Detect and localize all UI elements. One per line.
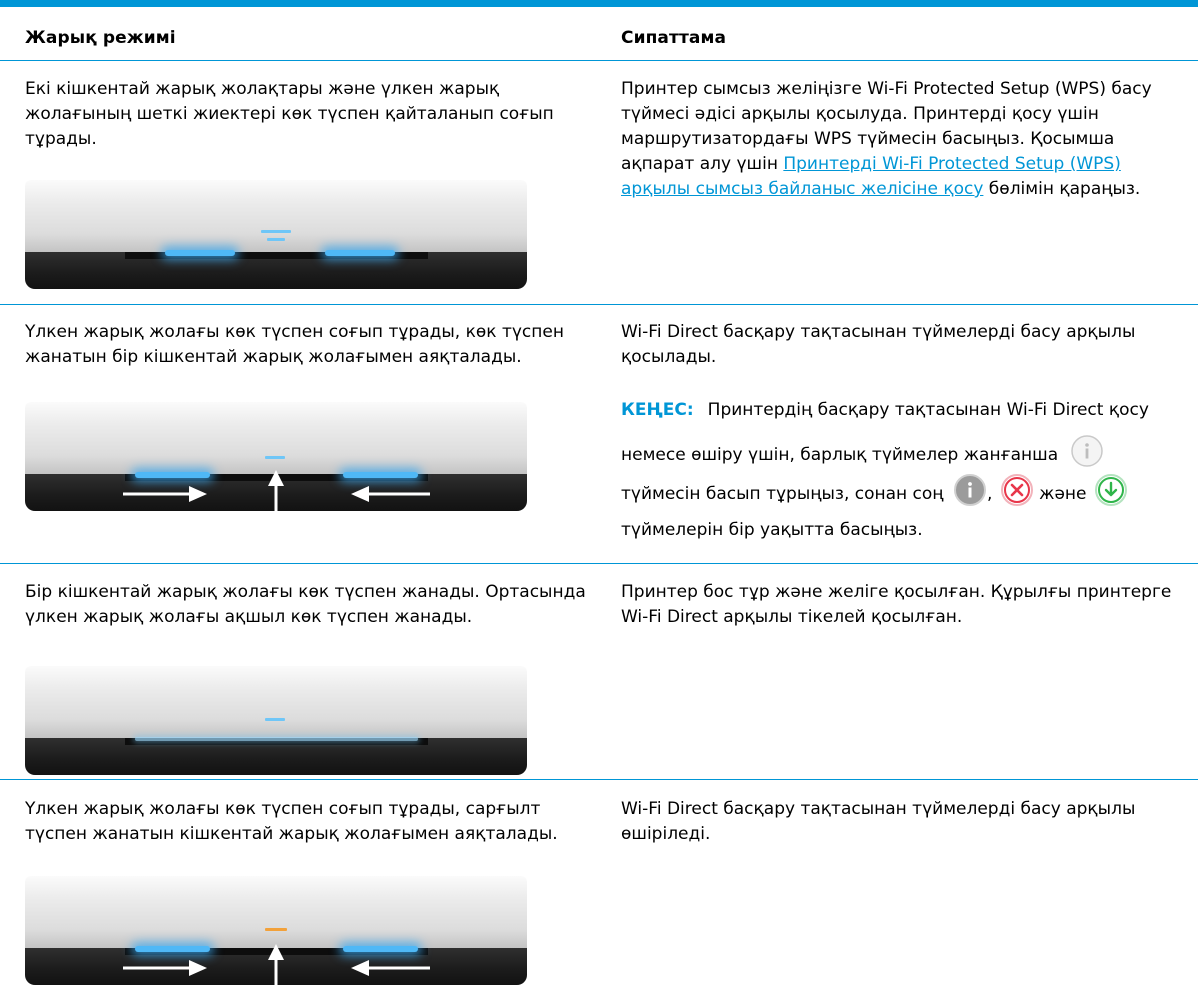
tip-label: КЕҢЕС: <box>621 400 694 420</box>
small-light-bar <box>265 718 285 721</box>
header-top-bar <box>0 0 1198 7</box>
tip-line-2: немесе өшіру үшін, барлық түймелер жанға… <box>621 434 1104 476</box>
printer-illustration-wifi-direct-off <box>25 876 527 993</box>
info-button-icon <box>1070 434 1104 476</box>
table-header: Жарық режимі Сипаттама <box>0 7 1198 61</box>
row4-description: Wi-Fi Direct басқару тақтасынан түймелер… <box>621 799 1136 844</box>
small-light-bar <box>261 230 291 233</box>
row-divider <box>0 779 1198 780</box>
tip-line-1: КЕҢЕС: Принтердің басқару тақтасынан Wi-F… <box>621 398 1149 423</box>
info-button-icon <box>953 473 987 515</box>
tip-text-2: немесе өшіру үшін, барлық түймелер жанға… <box>621 445 1059 465</box>
row2-description: Wi-Fi Direct басқару тақтасынан түймелер… <box>621 322 1136 367</box>
tip-comma: , <box>986 484 993 504</box>
row3-mode-text: Бір кішкентай жарық жолағы көк түспен жа… <box>25 582 586 627</box>
tip-text-1: Принтердің басқару тақтасынан Wi-Fi Dire… <box>707 400 1149 420</box>
row3-description: Принтер бос тұр және желіге қосылған. Құ… <box>621 582 1172 627</box>
arrow-left-icon <box>351 486 430 502</box>
row-divider <box>0 563 1198 564</box>
row1-mode-text: Екі кішкентай жарық жолақтары және үлкен… <box>25 79 554 149</box>
arrow-right-icon <box>123 486 207 502</box>
printer-illustration-wps <box>25 180 527 290</box>
row1-desc-after: бөлімін қараңыз. <box>983 179 1141 199</box>
printer-illustration-wifi-direct-on <box>25 402 527 512</box>
header-mode: Жарық режимі <box>25 28 176 48</box>
tip-text-3: түймесін басып тұрыңыз, сонан соң <box>621 484 944 504</box>
row-divider <box>0 304 1198 305</box>
printer-illustration-connected <box>25 666 527 776</box>
row2-mode-text: Үлкен жарық жолағы көк түспен соғып тұра… <box>25 322 564 367</box>
arrow-left-icon <box>351 960 430 976</box>
tip-and: және <box>1039 484 1087 504</box>
tip-line-4: түймелерін бір уақытта басыңыз. <box>621 520 923 540</box>
row4-mode-text: Үлкен жарық жолағы көк түспен соғып тұра… <box>25 799 558 844</box>
resume-button-icon <box>1094 473 1128 515</box>
header-description: Сипаттама <box>621 28 727 48</box>
arrow-right-icon <box>123 960 207 976</box>
cancel-button-icon <box>1000 473 1034 515</box>
arrow-up-icon <box>268 470 284 512</box>
small-light-bar <box>267 238 285 241</box>
arrow-up-icon <box>268 944 284 993</box>
tip-line-3: түймесін басып тұрыңыз, сонан соң , және <box>621 473 1128 515</box>
row1-description: Принтер сымсыз желіңізге Wi-Fi Protected… <box>621 77 1181 202</box>
